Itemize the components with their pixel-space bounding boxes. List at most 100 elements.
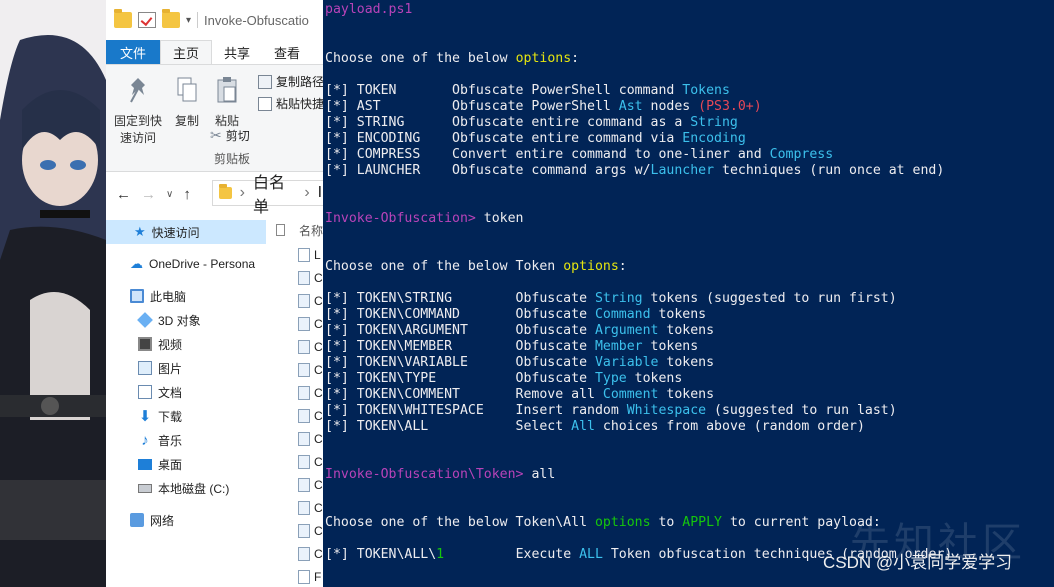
video-icon [138, 337, 152, 351]
copy-path-icon [258, 74, 272, 89]
breadcrumb-whitelist[interactable]: 白名单 [253, 169, 296, 217]
list-item[interactable]: C [276, 522, 323, 540]
select-all-checkbox[interactable] [276, 224, 285, 236]
file-icon [298, 501, 310, 515]
list-item[interactable]: C [276, 499, 323, 517]
file-icon [298, 294, 310, 308]
download-icon: ⬇ [138, 408, 152, 425]
copy-button[interactable]: 复制 [170, 75, 204, 129]
list-item[interactable]: C [276, 338, 323, 356]
file-icon [298, 547, 310, 561]
nav-label: OneDrive - Persona [149, 257, 256, 271]
back-arrow-icon[interactable]: ← [116, 186, 131, 203]
copy-path-button[interactable]: 复制路径 [258, 73, 323, 90]
file-name: C [314, 524, 323, 538]
copy-icon [177, 77, 197, 102]
option-string: [*] STRING Obfuscate entire command as a… [325, 115, 738, 130]
computer-icon [130, 289, 144, 303]
nav-videos[interactable]: 视频 [106, 332, 266, 356]
nav-onedrive[interactable]: ☁ OneDrive - Persona [106, 252, 266, 276]
file-icon [298, 570, 310, 584]
column-header-name[interactable]: 名称 [276, 220, 323, 240]
list-item[interactable]: L [276, 246, 323, 264]
column-header-label: 名称 [298, 223, 323, 238]
list-item[interactable]: C [276, 545, 323, 563]
option-compress: [*] COMPRESS Convert entire command to o… [325, 147, 834, 162]
file-icon [298, 248, 310, 262]
list-item[interactable]: C [276, 476, 323, 494]
nav-music[interactable]: ♪ 音乐 [106, 428, 266, 452]
file-icon [298, 317, 310, 331]
file-name: C [314, 478, 323, 492]
nav-desktop[interactable]: 桌面 [106, 452, 266, 476]
forward-arrow-icon[interactable]: → [141, 186, 156, 203]
title-bar: ▾ Invoke-Obfuscatio [106, 0, 323, 40]
tab-home[interactable]: 主页 [160, 40, 213, 64]
properties-icon[interactable] [138, 12, 156, 28]
nav-label: 桌面 [158, 457, 183, 472]
nav-quick-access[interactable]: ★ 快速访问 [106, 220, 266, 244]
nav-documents[interactable]: 文档 [106, 380, 266, 404]
option-token-whitespace: [*] TOKEN\WHITESPACE Insert random White… [325, 403, 897, 418]
file-icon [298, 363, 310, 377]
list-item[interactable]: C [276, 453, 323, 471]
nav-this-pc[interactable]: 此电脑 [106, 284, 266, 308]
recent-locations-icon[interactable]: ∨ [166, 189, 173, 200]
list-item[interactable]: C [276, 430, 323, 448]
csdn-watermark: CSDN @小袁同学爱学习 [823, 553, 1013, 572]
file-name: L [314, 248, 321, 262]
desktop-icon [138, 458, 152, 470]
prompt-line: Invoke-Obfuscation> token [325, 211, 524, 226]
nav-network[interactable]: 网络 [106, 508, 266, 532]
nav-pictures[interactable]: 图片 [106, 356, 266, 380]
nav-label: 视频 [158, 337, 183, 352]
up-arrow-icon[interactable]: ↑ [183, 186, 191, 203]
file-icon [298, 409, 310, 423]
nav-label: 文档 [158, 385, 183, 400]
file-name: C [314, 271, 323, 285]
terminal-line: Choose one of the below Token options: [325, 259, 627, 274]
nav-downloads[interactable]: ⬇ 下载 [106, 404, 266, 428]
file-name: C [314, 340, 323, 354]
tab-share[interactable]: 共享 [212, 40, 262, 64]
cut-button[interactable]: ✂ 剪切 [210, 127, 250, 144]
dropdown-arrow-icon[interactable]: ▾ [186, 15, 191, 26]
file-name: C [314, 455, 323, 469]
file-name: C [314, 363, 323, 377]
list-item[interactable]: F [276, 568, 323, 586]
terminal-line: payload.ps1 [325, 2, 413, 17]
window-title: Invoke-Obfuscatio [204, 12, 309, 28]
list-item[interactable]: C [276, 292, 323, 310]
list-item[interactable]: C [276, 384, 323, 402]
nav-label: 本地磁盘 (C:) [158, 481, 230, 496]
list-item[interactable]: C [276, 315, 323, 333]
copy-label: 复制 [174, 114, 199, 128]
nav-label: 图片 [158, 361, 183, 376]
list-item[interactable]: C [276, 407, 323, 425]
file-icon [298, 524, 310, 538]
address-bar[interactable]: › 白名单 › In [212, 175, 323, 216]
paste-button[interactable]: 粘贴 [210, 75, 244, 129]
paste-shortcut-label: 粘贴快捷 [276, 97, 323, 111]
tab-file[interactable]: 文件 [106, 40, 161, 64]
file-icon [298, 340, 310, 354]
nav-local-disk[interactable]: 本地磁盘 (C:) [106, 476, 266, 500]
terminal-line: Choose one of the below Token\All option… [325, 515, 881, 530]
file-name: C [314, 432, 323, 446]
breadcrumb-separator: › [239, 184, 245, 201]
tab-view[interactable]: 查看 [262, 40, 312, 64]
file-icon [298, 386, 310, 400]
file-name: F [314, 570, 322, 584]
star-icon: ★ [134, 224, 146, 239]
paste-shortcut-button[interactable]: 粘贴快捷 [258, 95, 323, 112]
option-token: [*] TOKEN Obfuscate PowerShell command T… [325, 83, 730, 98]
prompt-line: Invoke-Obfuscation\Token> all [325, 467, 556, 482]
network-icon [130, 513, 144, 527]
nav-3d-objects[interactable]: 3D 对象 [106, 308, 266, 332]
pin-to-quick-access-button[interactable]: 固定到快 速访问 [112, 75, 164, 146]
list-item[interactable]: C [276, 269, 323, 287]
powershell-terminal[interactable]: payload.ps1 Choose one of the below opti… [323, 0, 1054, 587]
folder-icon[interactable] [114, 9, 132, 28]
new-folder-icon[interactable] [162, 9, 180, 28]
list-item[interactable]: C [276, 361, 323, 379]
